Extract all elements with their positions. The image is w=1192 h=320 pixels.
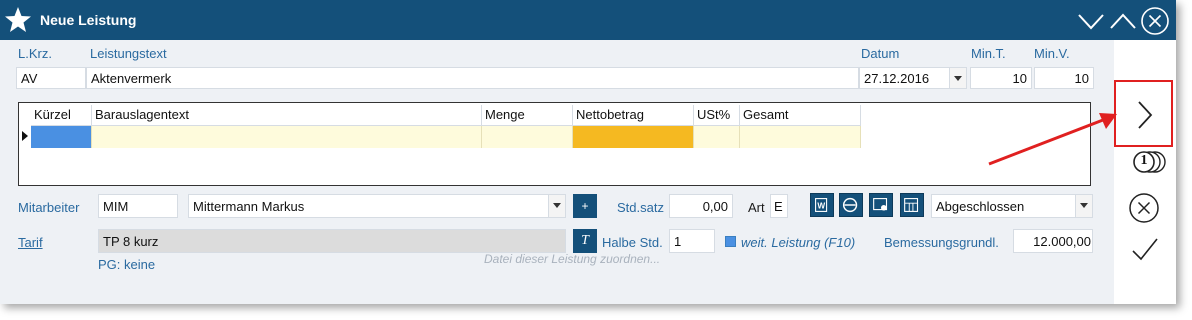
window-title: Neue Leistung (40, 12, 137, 28)
add-mitarbeiter-button[interactable]: + (573, 194, 597, 218)
counter-value: 1 (1140, 153, 1148, 168)
tarif-button[interactable]: T (573, 229, 597, 253)
close-icon[interactable] (1140, 6, 1170, 36)
tarif-label[interactable]: Tarif (18, 235, 43, 250)
bemessung-field[interactable]: 12.000,00 (1013, 229, 1093, 253)
chevron-down-icon[interactable] (548, 195, 565, 217)
halbe-std-field[interactable]: 1 (669, 229, 715, 253)
mitarbeiter-name-value: Mittermann Markus (193, 199, 305, 214)
row-indicator-icon (22, 131, 28, 141)
table-cell[interactable] (740, 126, 861, 148)
table-cell[interactable] (573, 126, 694, 148)
weit-leistung-label[interactable]: weit. Leistung (F10) (741, 235, 855, 250)
status-value: Abgeschlossen (936, 199, 1025, 214)
datum-value: 27.12.2016 (864, 71, 930, 86)
bemessung-label: Bemessungsgrundl. (884, 235, 999, 250)
word-icon[interactable]: W (810, 193, 834, 217)
column-header[interactable]: Kürzel (31, 105, 92, 125)
stdsatz-field[interactable]: 0,00 (669, 194, 733, 218)
halbe-std-label: Halbe Std. (602, 235, 663, 250)
chevron-down-icon[interactable] (1075, 195, 1092, 217)
tarif-field[interactable]: TP 8 kurz (98, 229, 566, 253)
table-cell[interactable] (694, 126, 740, 148)
art-field[interactable]: E (770, 194, 788, 218)
chevron-down-icon[interactable] (1076, 6, 1106, 36)
chevron-down-icon[interactable] (949, 68, 966, 88)
column-header[interactable]: Gesamt (740, 105, 861, 125)
highlight-box (1114, 80, 1173, 147)
cancel-button[interactable] (1128, 192, 1160, 224)
lkrz-field[interactable]: AV (16, 67, 86, 89)
svg-text:W: W (817, 202, 825, 211)
column-header[interactable]: USt% (694, 105, 740, 125)
star-icon (5, 7, 31, 32)
minv-field[interactable]: 10 (1034, 67, 1094, 89)
assign-file-hint[interactable]: Datei dieser Leistung zuordnen... (484, 252, 660, 266)
next-button[interactable] (1114, 80, 1174, 148)
lkrz-label: L.Krz. (18, 46, 52, 61)
annotation-arrow (988, 113, 1117, 166)
datum-field[interactable]: 27.12.2016 (859, 67, 967, 89)
leistungstext-field[interactable]: Aktenvermerk (86, 67, 859, 89)
pg-label: PG: keine (98, 257, 156, 272)
column-header[interactable]: Nettobetrag (573, 105, 694, 125)
calculator-icon[interactable] (900, 193, 924, 217)
mint-field[interactable]: 10 (970, 67, 1032, 89)
table-cell[interactable] (482, 126, 573, 148)
mitarbeiter-code-field[interactable]: MIM (98, 194, 178, 218)
mitarbeiter-label: Mitarbeiter (18, 200, 80, 215)
minv-label: Min.V. (1034, 46, 1070, 61)
art-label: Art (748, 200, 765, 215)
leistungstext-label: Leistungstext (90, 46, 167, 61)
barauslagen-table[interactable]: Kürzel Barauslagentext Menge Nettobetrag… (18, 102, 1091, 186)
table-cell[interactable] (92, 126, 482, 148)
browser-icon[interactable] (839, 193, 863, 217)
document-icon[interactable] (869, 193, 893, 217)
datum-label: Datum (861, 46, 900, 61)
column-header[interactable]: Menge (482, 105, 573, 125)
status-select[interactable]: Abgeschlossen (931, 194, 1093, 218)
chevron-up-icon[interactable] (1108, 6, 1138, 36)
mitarbeiter-name-select[interactable]: Mittermann Markus (188, 194, 566, 218)
table-cell[interactable] (31, 126, 92, 148)
stdsatz-label: Std.satz (617, 200, 664, 215)
column-header[interactable]: Barauslagentext (92, 105, 482, 125)
weit-leistung-checkbox[interactable] (725, 236, 736, 247)
chevron-right-icon (1138, 101, 1153, 129)
mint-label: Min.T. (971, 46, 1006, 61)
confirm-button[interactable] (1130, 236, 1160, 264)
counter-button[interactable]: 1 (1130, 149, 1166, 175)
title-bar: Neue Leistung (0, 0, 1176, 40)
